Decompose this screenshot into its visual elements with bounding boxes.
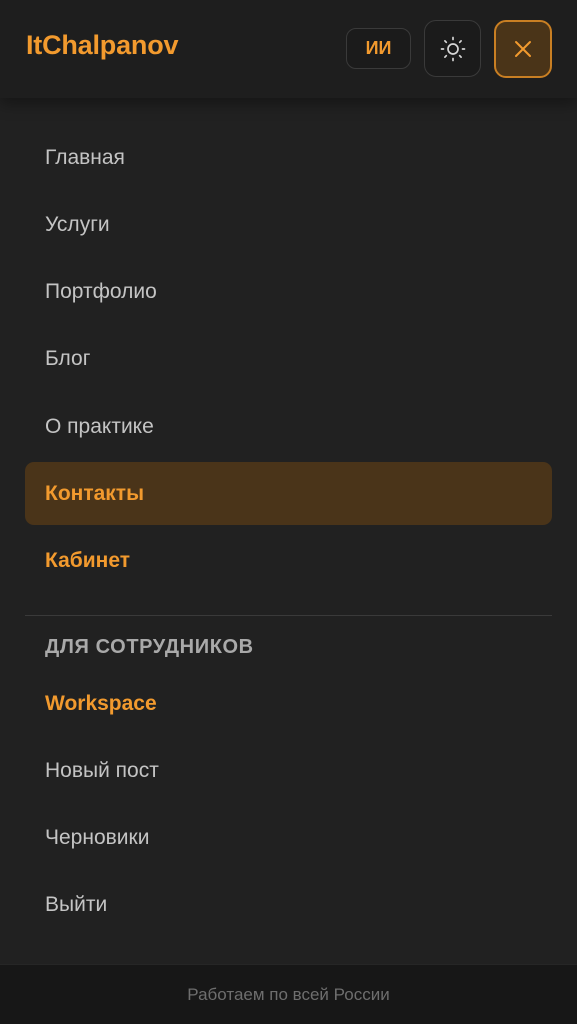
menu-item-label: Главная [45,145,125,169]
menu-item-label: О практике [45,414,154,438]
close-icon [515,41,531,57]
menu-item-home[interactable]: Главная [25,126,552,189]
menu-item-label: Контакты [45,481,145,505]
ai-button[interactable]: ИИ [346,28,411,69]
menu-divider [25,615,552,616]
menu-item-label: Черновики [45,825,150,849]
menu-item-label: Блог [45,346,91,370]
menu-item-workspace[interactable]: Workspace [25,672,552,735]
menu-item-drafts[interactable]: Черновики [25,806,552,869]
menu-item-contacts[interactable]: Контакты [25,462,552,525]
footer: Работаем по всей России [0,964,577,1024]
menu-item-label: Выйти [45,892,108,916]
top-bar: ItChalpanov ИИ [0,0,577,98]
menu-item-label: Услуги [45,212,110,236]
staff-section-heading: ДЛЯ СОТРУДНИКОВ [45,636,254,658]
sun-icon [440,36,465,61]
menu-item-label: Портфолио [45,279,157,303]
menu-item-logout[interactable]: Выйти [25,873,552,936]
menu-item-blog[interactable]: Блог [25,327,552,390]
theme-toggle-button[interactable] [424,20,481,77]
menu-item-cabinet[interactable]: Кабинет [25,529,552,592]
menu-item-services[interactable]: Услуги [25,193,552,256]
menu-item-label: Workspace [45,691,157,715]
menu-item-portfolio[interactable]: Портфолио [25,260,552,323]
footer-text: Работаем по всей России [187,984,390,1004]
menu-item-about[interactable]: О практике [25,395,552,458]
menu-item-new-post[interactable]: Новый пост [25,739,552,802]
site-logo[interactable]: ItChalpanov [26,30,179,61]
menu-item-label: Новый пост [45,758,159,782]
menu-item-label: Кабинет [45,548,131,572]
close-menu-button[interactable] [494,20,552,78]
ai-button-label: ИИ [365,38,392,58]
